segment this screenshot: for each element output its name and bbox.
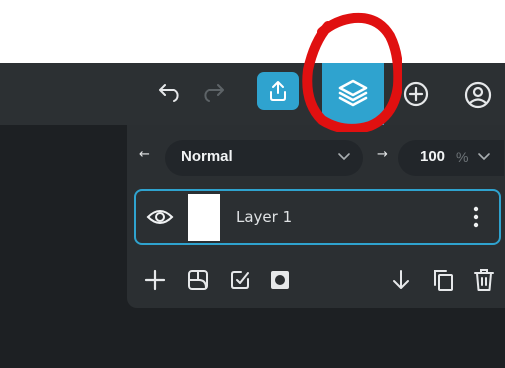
add-layer-icon[interactable] [143, 268, 167, 292]
layer-thumbnail [188, 194, 220, 241]
opacity-unit: % [456, 149, 469, 165]
apply-mask-icon[interactable] [228, 268, 252, 292]
redo-icon[interactable] [200, 80, 226, 102]
mask-icon[interactable] [268, 268, 292, 292]
layers-icon [338, 79, 368, 107]
upload-icon [270, 81, 286, 101]
chevron-down-icon [338, 153, 350, 161]
more-vertical-icon[interactable] [470, 204, 482, 230]
move-down-icon[interactable] [390, 268, 412, 292]
blend-mode-value: Normal [181, 148, 233, 165]
export-button[interactable] [257, 72, 299, 110]
arrow-left-icon: ← [139, 147, 150, 162]
eye-icon[interactable] [146, 207, 174, 227]
merge-layer-icon[interactable] [186, 268, 210, 292]
user-circle-icon[interactable] [463, 80, 493, 110]
duplicate-icon[interactable] [431, 268, 455, 292]
undo-icon[interactable] [157, 80, 183, 102]
chevron-down-icon [478, 153, 490, 161]
opacity-value: 100 [420, 148, 446, 165]
layers-button[interactable] [322, 63, 384, 125]
delete-icon[interactable] [472, 267, 496, 293]
layer-name: Layer 1 [236, 208, 293, 226]
plus-circle-icon[interactable] [402, 80, 430, 108]
arrow-right-icon: → [377, 147, 388, 162]
